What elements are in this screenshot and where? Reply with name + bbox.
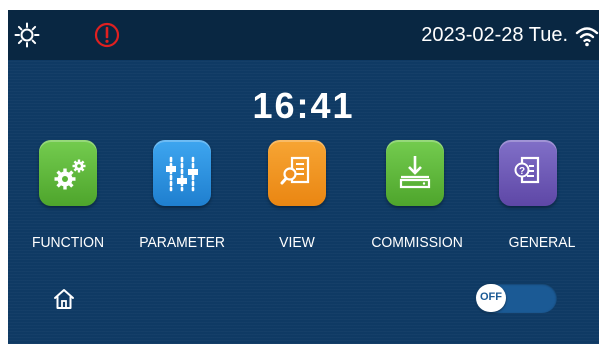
screen: 2023-02-28 Tue. 16:41 FUNCTION PARAMETER…: [8, 10, 599, 344]
sliders-icon: [166, 156, 198, 192]
function-label: FUNCTION: [31, 234, 105, 251]
sun-icon[interactable]: [14, 22, 40, 48]
parameter-label: PARAMETER: [139, 234, 225, 251]
status-bar: 2023-02-28 Tue.: [8, 10, 599, 60]
wifi-icon: [575, 27, 599, 47]
power-toggle[interactable]: OFF: [475, 283, 557, 313]
alarm-icon[interactable]: [94, 22, 120, 48]
download-icon: [399, 156, 431, 189]
commission-label: COMMISSION: [371, 234, 463, 251]
commission-button[interactable]: [386, 140, 444, 206]
document-help-icon: ?: [514, 156, 540, 184]
view-label: VIEW: [279, 234, 315, 251]
clock-time: 16:41: [252, 85, 355, 126]
home-icon[interactable]: [52, 287, 76, 311]
date-text: 2023-02-28 Tue.: [421, 24, 568, 46]
view-button[interactable]: [268, 140, 326, 206]
function-button[interactable]: [39, 140, 97, 206]
document-search-icon: [280, 156, 310, 185]
general-label: GENERAL: [508, 234, 576, 251]
general-button[interactable]: ?: [499, 140, 557, 206]
toggle-label: OFF: [480, 291, 502, 303]
gears-icon: [54, 159, 86, 190]
parameter-button[interactable]: [153, 140, 211, 206]
svg-text:?: ?: [519, 166, 525, 177]
